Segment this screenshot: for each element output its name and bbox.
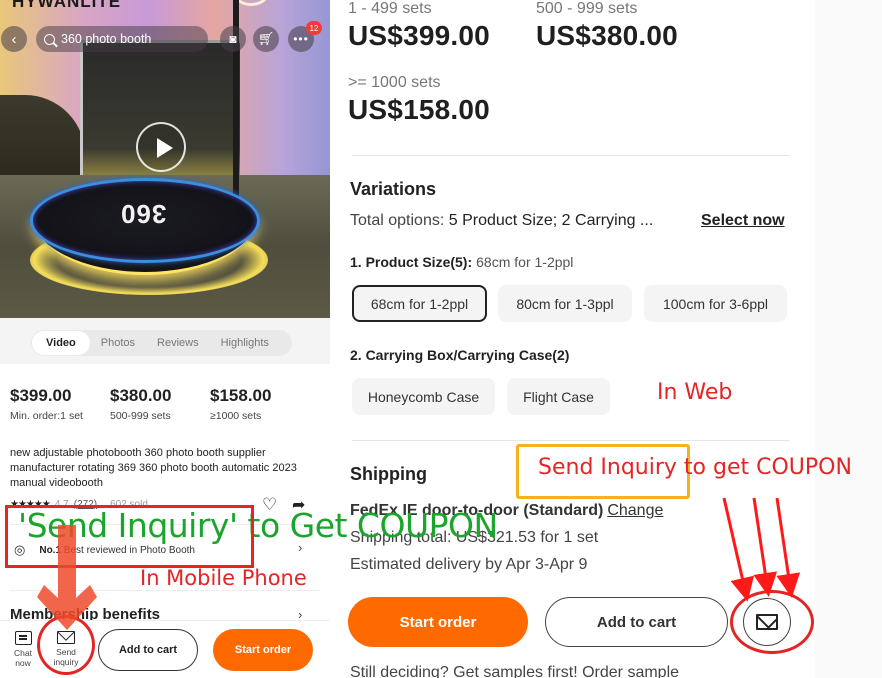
price-tier: $399.00 Min. order:1 set bbox=[10, 386, 110, 422]
price-tier: 1 - 499 sets US$399.00 bbox=[348, 0, 490, 52]
price-tiers: $399.00 Min. order:1 set $380.00 500-999… bbox=[10, 386, 310, 422]
mobile-top-bar: ‹ 360 photo booth ◙ 🛒︎ ••• 12 bbox=[0, 21, 330, 54]
share-icon[interactable]: ➦ bbox=[292, 495, 305, 515]
case-option-honeycomb[interactable]: Honeycomb Case bbox=[352, 378, 495, 415]
search-icon bbox=[44, 33, 55, 45]
page-right-gutter bbox=[815, 0, 882, 678]
favorite-heart-icon[interactable]: ♡ bbox=[262, 495, 277, 515]
review-count-link[interactable]: (272) bbox=[74, 499, 97, 510]
shipping-method: FedEx IE door-to-door (Standard) Change bbox=[350, 502, 664, 519]
price-value: $380.00 bbox=[110, 386, 172, 405]
rating-stars: ★★★★★ bbox=[10, 499, 51, 510]
estimated-delivery: Estimated delivery by Apr 3-Apr 9 bbox=[350, 556, 588, 573]
rating-score: 4.7 bbox=[54, 499, 69, 510]
shipping-total: Shipping total: US$321.53 for 1 set bbox=[350, 529, 599, 546]
mobile-bottom-action-bar: Chat now Send inquiry Add to cart Start … bbox=[0, 620, 330, 678]
tab-highlights[interactable]: Highlights bbox=[210, 331, 280, 355]
order-sample-text[interactable]: Still deciding? Get samples first! Order… bbox=[350, 664, 679, 678]
price-tier: >= 1000 sets US$158.00 bbox=[348, 74, 490, 126]
search-input[interactable]: 360 photo booth bbox=[36, 26, 208, 52]
send-inquiry-label: Send inquiry bbox=[53, 647, 79, 667]
add-to-cart-button[interactable]: Add to cart bbox=[545, 597, 728, 647]
mobile-app-screen: HYWANLITE 360 ‹ 360 photo booth ◙ 🛒︎ •••… bbox=[0, 0, 330, 678]
more-dots-icon: ••• bbox=[293, 32, 309, 46]
price-quantity: ≥1000 sets bbox=[210, 410, 262, 422]
chat-now-button[interactable]: Chat now bbox=[6, 631, 40, 668]
price-tier: $158.00 ≥1000 sets bbox=[210, 386, 310, 422]
back-button[interactable]: ‹ bbox=[1, 26, 27, 52]
cart-button[interactable]: 🛒︎ bbox=[253, 26, 279, 52]
start-order-button[interactable]: Start order bbox=[213, 629, 313, 671]
tier-quantity: 500 - 999 sets bbox=[536, 0, 638, 17]
rank-text: Best reviewed in Photo Booth bbox=[63, 544, 195, 556]
variations-heading: Variations bbox=[350, 179, 437, 199]
start-order-button[interactable]: Start order bbox=[348, 597, 528, 647]
shipping-heading: Shipping bbox=[350, 464, 427, 484]
product-title: new adjustable photobooth 360 photo boot… bbox=[10, 447, 297, 489]
web-product-panel: 1 - 499 sets US$399.00 500 - 999 sets US… bbox=[340, 0, 815, 678]
selected-size-value: 68cm for 1-2ppl bbox=[476, 254, 574, 270]
chat-icon bbox=[14, 631, 32, 645]
size-option-68cm[interactable]: 68cm for 1-2ppl bbox=[352, 285, 487, 322]
divider bbox=[10, 524, 320, 525]
tab-video[interactable]: Video bbox=[32, 331, 90, 355]
select-now-link[interactable]: Select now bbox=[701, 212, 785, 230]
chevron-left-icon: ‹ bbox=[11, 30, 17, 48]
rank-label: No.1 bbox=[39, 544, 62, 556]
send-inquiry-button[interactable] bbox=[743, 598, 791, 646]
tier-quantity: 1 - 499 sets bbox=[348, 0, 432, 17]
variations-summary: Total options: 5 Product Size; 2 Carryin… bbox=[350, 212, 653, 230]
divider bbox=[10, 590, 320, 591]
size-option-100cm[interactable]: 100cm for 3-6ppl bbox=[644, 285, 787, 322]
price-quantity: 500-999 sets bbox=[110, 410, 171, 422]
divider bbox=[352, 155, 790, 156]
case-option-flight[interactable]: Flight Case bbox=[507, 378, 610, 415]
size-option-80cm[interactable]: 80cm for 1-3ppl bbox=[498, 285, 632, 322]
total-options-value: 5 Product Size; 2 Carrying ... bbox=[448, 212, 654, 229]
price-value: $399.00 bbox=[10, 386, 72, 405]
notification-badge: 12 bbox=[306, 21, 322, 35]
sold-count: 602 sold bbox=[110, 499, 148, 510]
brand-logo: HYWANLITE bbox=[12, 0, 122, 11]
chat-now-label: Chat now bbox=[14, 648, 32, 668]
product-size-group-label: 1. Product Size(5): 68cm for 1-2ppl bbox=[350, 254, 574, 270]
envelope-icon bbox=[57, 631, 75, 644]
carrying-case-group-label: 2. Carrying Box/Carrying Case(2) bbox=[350, 347, 570, 363]
tier-price: US$399.00 bbox=[348, 20, 490, 51]
camera-icon: ◙ bbox=[229, 32, 237, 46]
total-options-label: Total options: bbox=[350, 212, 445, 229]
rating-row: ★★★★★ 4.7 (272) 602 sold bbox=[10, 499, 148, 510]
platform-brand-text: 360 bbox=[120, 199, 167, 229]
search-value: 360 photo booth bbox=[61, 32, 152, 46]
tier-price: US$380.00 bbox=[536, 20, 678, 51]
play-video-button[interactable] bbox=[136, 122, 186, 172]
change-shipping-link[interactable]: Change bbox=[607, 502, 663, 519]
send-inquiry-button[interactable]: Send inquiry bbox=[49, 631, 83, 667]
chevron-right-icon: › bbox=[298, 540, 303, 555]
tab-reviews[interactable]: Reviews bbox=[146, 331, 210, 355]
price-tier: $380.00 500-999 sets bbox=[110, 386, 210, 422]
cart-icon: 🛒︎ bbox=[257, 31, 275, 46]
price-tier: 500 - 999 sets US$380.00 bbox=[536, 0, 678, 52]
image-search-button[interactable]: ◙ bbox=[220, 26, 246, 52]
tab-photos[interactable]: Photos bbox=[90, 331, 146, 355]
best-reviewed-row[interactable]: ◎ No.1 Best reviewed in Photo Booth bbox=[14, 542, 195, 558]
award-medal-icon: ◎ bbox=[14, 542, 26, 557]
add-to-cart-button[interactable]: Add to cart bbox=[98, 629, 198, 671]
price-value: $158.00 bbox=[210, 386, 272, 405]
envelope-icon bbox=[756, 614, 778, 630]
tier-price: US$158.00 bbox=[348, 94, 490, 125]
media-tabs: Video Photos Reviews Highlights bbox=[31, 330, 292, 356]
tier-quantity: >= 1000 sets bbox=[348, 74, 441, 91]
price-quantity: Min. order:1 set bbox=[10, 410, 83, 422]
divider bbox=[352, 440, 790, 441]
